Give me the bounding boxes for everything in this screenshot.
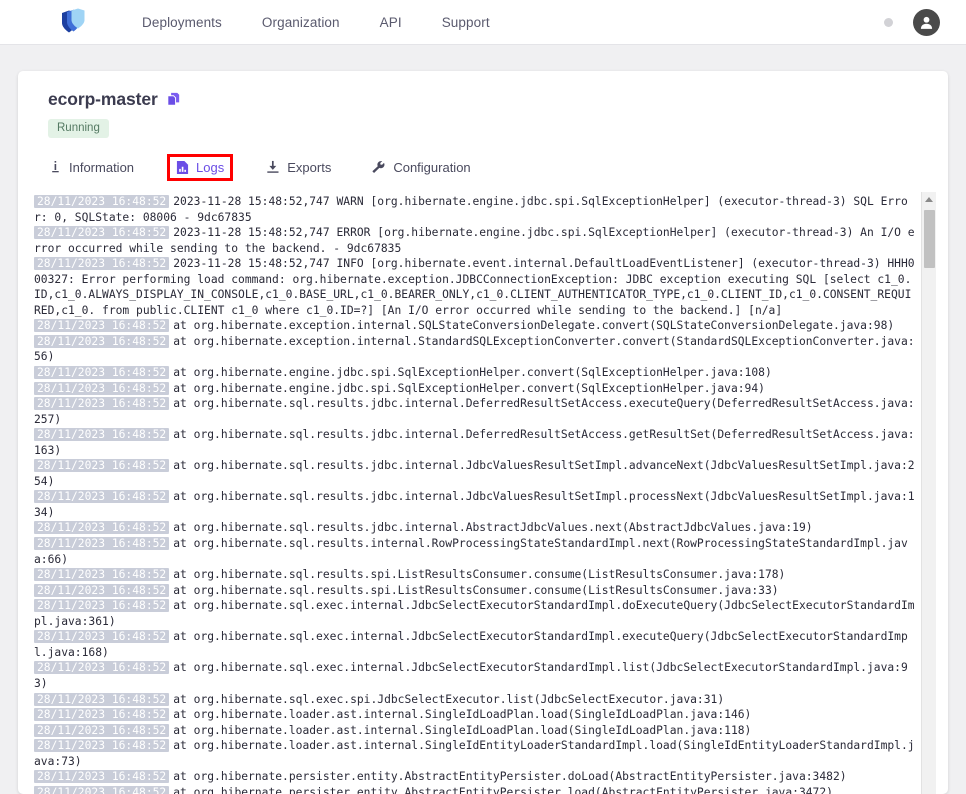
page-title: ecorp-master [48,89,158,109]
log-line: 28/11/2023 16:48:52 at org.hibernate.exce… [34,318,917,334]
tab-exports-label: Exports [287,159,332,175]
log-message: at org.hibernate.engine.jdbc.spi.SqlExce… [173,366,772,380]
log-viewer: 28/11/2023 16:48:52 2023-11-28 15:48:52,7… [30,192,936,794]
log-timestamp: 28/11/2023 16:48:52 [34,319,170,333]
log-timestamp: 28/11/2023 16:48:52 [34,739,170,753]
log-line: 28/11/2023 16:48:52 at org.hibernate.load… [34,707,917,723]
card-title-row: ecorp-master [30,89,936,110]
log-timestamp: 28/11/2023 16:48:52 [34,583,170,597]
shield-logo[interactable] [56,5,90,39]
log-timestamp: 28/11/2023 16:48:52 [34,770,170,784]
log-timestamp: 28/11/2023 16:48:52 [34,692,170,706]
log-timestamp: 28/11/2023 16:48:52 [34,257,170,271]
scrollbar-thumb[interactable] [924,210,935,268]
log-timestamp: 28/11/2023 16:48:52 [34,397,170,411]
log-line: 28/11/2023 16:48:52 at org.hibernate.sql.… [34,489,917,520]
log-line: 28/11/2023 16:48:52 at org.hibernate.exce… [34,334,917,365]
log-message: at org.hibernate.engine.jdbc.spi.SqlExce… [173,381,765,395]
log-timestamp: 28/11/2023 16:48:52 [34,599,170,613]
log-line: 28/11/2023 16:48:52 at org.hibernate.sql.… [34,660,917,691]
user-avatar[interactable] [913,8,940,36]
log-line: 28/11/2023 16:48:52 at org.hibernate.pers… [34,769,917,785]
log-timestamp: 28/11/2023 16:48:52 [34,334,170,348]
tab-configuration-label: Configuration [393,159,471,175]
tab-information-label: Information [69,159,135,175]
log-line: 28/11/2023 16:48:52 at org.hibernate.engi… [34,365,917,381]
log-line: 28/11/2023 16:48:52 2023-11-28 15:48:52,7… [34,256,917,318]
tab-logs-label: Logs [196,159,225,175]
log-message: at org.hibernate.persister.entity.Abstra… [173,770,847,784]
deployment-card: ecorp-master Running Information Logs Ex… [18,71,948,794]
log-message: at org.hibernate.persister.entity.Abstra… [173,785,833,794]
log-timestamp: 28/11/2023 16:48:52 [34,490,170,504]
log-line: 28/11/2023 16:48:52 at org.hibernate.load… [34,738,917,769]
log-timestamp: 28/11/2023 16:48:52 [34,459,170,473]
log-line: 28/11/2023 16:48:52 2023-11-28 15:48:52,7… [34,194,917,225]
log-line: 28/11/2023 16:48:52 2023-11-28 15:48:52,7… [34,225,917,256]
tab-logs[interactable]: Logs [167,153,234,181]
log-line: 28/11/2023 16:48:52 at org.hibernate.sql.… [34,583,917,599]
tab-information[interactable]: Information [46,157,138,178]
log-line: 28/11/2023 16:48:52 at org.hibernate.sql.… [34,520,917,536]
log-timestamp: 28/11/2023 16:48:52 [34,428,170,442]
nav-link-support[interactable]: Support [442,15,490,30]
log-output[interactable]: 28/11/2023 16:48:52 2023-11-28 15:48:52,7… [30,192,921,794]
nav-link-deployments[interactable]: Deployments [142,15,222,30]
log-line: 28/11/2023 16:48:52 at org.hibernate.sql.… [34,458,917,489]
tab-bar: Information Logs Exports Configuration [30,152,936,182]
log-line: 28/11/2023 16:48:52 at org.hibernate.pers… [34,785,917,794]
log-line: 28/11/2023 16:48:52 at org.hibernate.sql.… [34,567,917,583]
copy-icon[interactable] [165,91,182,108]
log-message: at org.hibernate.loader.ast.internal.Sin… [173,723,752,737]
log-message: at org.hibernate.sql.results.spi.ListRes… [173,568,786,582]
log-message: at org.hibernate.sql.results.spi.ListRes… [173,583,779,597]
top-navigation-bar: Deployments Organization API Support [0,0,966,45]
log-timestamp: 28/11/2023 16:48:52 [34,521,170,535]
wrench-icon [371,160,386,174]
log-scrollbar[interactable] [921,192,936,794]
log-timestamp: 28/11/2023 16:48:52 [34,661,170,675]
nav-link-api[interactable]: API [380,15,402,30]
log-message: at org.hibernate.loader.ast.internal.Sin… [173,708,752,722]
log-timestamp: 28/11/2023 16:48:52 [34,381,170,395]
nav-link-organization[interactable]: Organization [262,15,340,30]
status-dot-icon [884,17,893,27]
tab-exports[interactable]: Exports [262,157,335,178]
log-message: at org.hibernate.sql.results.jdbc.intern… [173,521,813,535]
log-timestamp: 28/11/2023 16:48:52 [34,195,170,208]
info-icon [50,160,62,174]
log-timestamp: 28/11/2023 16:48:52 [34,723,170,737]
log-line: 28/11/2023 16:48:52 at org.hibernate.load… [34,723,917,739]
log-line: 28/11/2023 16:48:52 at org.hibernate.sql.… [34,396,917,427]
log-timestamp: 28/11/2023 16:48:52 [34,537,170,551]
page-content: ecorp-master Running Information Logs Ex… [0,45,966,794]
log-timestamp: 28/11/2023 16:48:52 [34,630,170,644]
scroll-up-arrow-icon[interactable] [922,192,936,207]
status-badge: Running [48,119,109,138]
log-timestamp: 28/11/2023 16:48:52 [34,366,170,380]
download-icon [266,160,280,174]
logs-file-icon [176,160,189,175]
tab-configuration[interactable]: Configuration [367,157,474,178]
log-line: 28/11/2023 16:48:52 at org.hibernate.sql.… [34,536,917,567]
status-badge-row: Running [30,118,936,138]
log-line: 28/11/2023 16:48:52 at org.hibernate.sql.… [34,598,917,629]
log-timestamp: 28/11/2023 16:48:52 [34,785,170,794]
log-timestamp: 28/11/2023 16:48:52 [34,568,170,582]
log-line: 28/11/2023 16:48:52 at org.hibernate.engi… [34,381,917,397]
nav-links: Deployments Organization API Support [142,15,490,30]
log-line: 28/11/2023 16:48:52 at org.hibernate.sql.… [34,692,917,708]
log-line: 28/11/2023 16:48:52 at org.hibernate.sql.… [34,629,917,660]
nav-right-group [884,8,940,36]
log-line: 28/11/2023 16:48:52 at org.hibernate.sql.… [34,427,917,458]
log-timestamp: 28/11/2023 16:48:52 [34,708,170,722]
log-timestamp: 28/11/2023 16:48:52 [34,226,170,240]
log-message: at org.hibernate.sql.exec.spi.JdbcSelect… [173,692,725,706]
log-message: at org.hibernate.exception.internal.SQLS… [173,319,895,333]
